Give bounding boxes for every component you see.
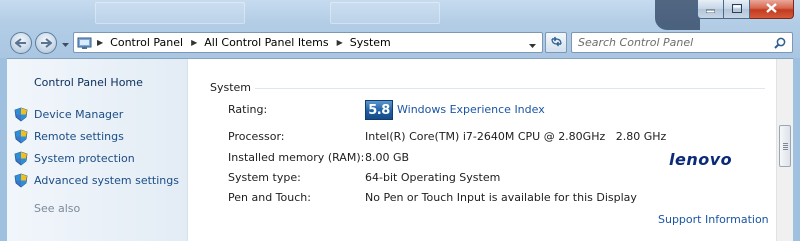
refresh-button[interactable] [545,32,567,53]
grip-line [783,147,788,148]
maximize-icon [731,3,742,16]
shield-icon [14,151,28,166]
recent-pages-dropdown[interactable] [61,38,69,48]
sidebar-item-advanced-system-settings[interactable]: Advanced system settings [14,173,179,188]
scrollbar-thumb[interactable] [779,125,791,167]
chevron-right-icon[interactable]: ▶ [337,38,343,47]
address-bar[interactable]: ▶ Control Panel ▶ All Control Panel Item… [73,32,543,53]
caption-buttons [697,0,794,19]
background-window-ghost [655,0,700,30]
breadcrumb: ▶ Control Panel ▶ All Control Panel Item… [97,36,391,49]
control-panel-icon [77,36,93,50]
rating-label: Rating: [228,103,268,116]
close-button[interactable] [750,0,794,19]
vertical-scrollbar[interactable] [776,59,793,241]
forward-button[interactable] [35,32,57,54]
search-icon[interactable] [774,37,786,52]
breadcrumb-control-panel[interactable]: Control Panel [110,36,183,49]
grip-line [783,145,788,146]
search-input[interactable] [578,36,770,49]
back-arrow-icon [15,38,27,48]
sidebar-item-remote-settings[interactable]: Remote settings [14,129,124,144]
experience-index-badge[interactable]: 5.8 [365,100,393,120]
memory-value: 8.00 GB [365,151,410,164]
sidebar-item-device-manager[interactable]: Device Manager [14,107,123,122]
background-window-ghost [330,2,440,24]
section-divider [255,88,765,89]
forward-arrow-icon [40,38,52,48]
back-button[interactable] [10,32,32,54]
maximize-button[interactable] [724,0,750,19]
section-title: System [210,81,252,94]
search-box[interactable] [571,32,793,53]
shield-icon [14,173,28,188]
system-type-label: System type: [228,171,301,184]
breadcrumb-system[interactable]: System [350,36,391,49]
sidebar-item-label: Remote settings [34,130,124,143]
memory-label: Installed memory (RAM): [228,151,365,164]
chevron-down-icon [61,37,69,50]
sidebar: Control Panel Home Device Manager Remote… [7,59,188,241]
grip-line [783,143,788,144]
breadcrumb-all-items[interactable]: All Control Panel Items [204,36,328,49]
refresh-icon [550,36,563,50]
oem-logo: lenovo [669,150,733,169]
grip-line [783,149,788,150]
windows-experience-index-link[interactable]: Windows Experience Index [397,103,545,116]
window-frame: ▶ Control Panel ▶ All Control Panel Item… [0,0,800,58]
processor-value: Intel(R) Core(TM) i7-2640M CPU @ 2.80GHz… [365,130,667,143]
close-icon [766,2,777,16]
sidebar-item-label: System protection [34,152,135,165]
pen-touch-value: No Pen or Touch Input is available for t… [365,191,637,204]
shield-icon [14,129,28,144]
sidebar-item-label: Device Manager [34,108,124,121]
sidebar-item-label: Advanced system settings [34,174,179,187]
chevron-down-icon [529,38,536,51]
chevron-right-icon[interactable]: ▶ [191,38,197,47]
rating-value: 5.8 Windows Experience Index [365,100,545,120]
shield-icon [14,107,28,122]
processor-label: Processor: [228,130,285,143]
pen-touch-label: Pen and Touch: [228,191,311,204]
support-information-link[interactable]: Support Information [658,213,769,226]
control-panel-home-link[interactable]: Control Panel Home [34,76,143,89]
address-dropdown-button[interactable] [529,38,536,51]
minimize-button[interactable] [697,0,724,19]
system-type-value: 64-bit Operating System [365,171,501,184]
minimize-icon [705,3,716,16]
see-also-heading: See also [34,202,81,215]
sidebar-item-system-protection[interactable]: System protection [14,151,135,166]
content-area: Control Panel Home Device Manager Remote… [7,58,793,241]
chevron-right-icon: ▶ [97,38,104,47]
background-window-ghost [95,2,245,24]
system-panel: System Rating: 5.8 Windows Experience Ind… [190,59,774,241]
